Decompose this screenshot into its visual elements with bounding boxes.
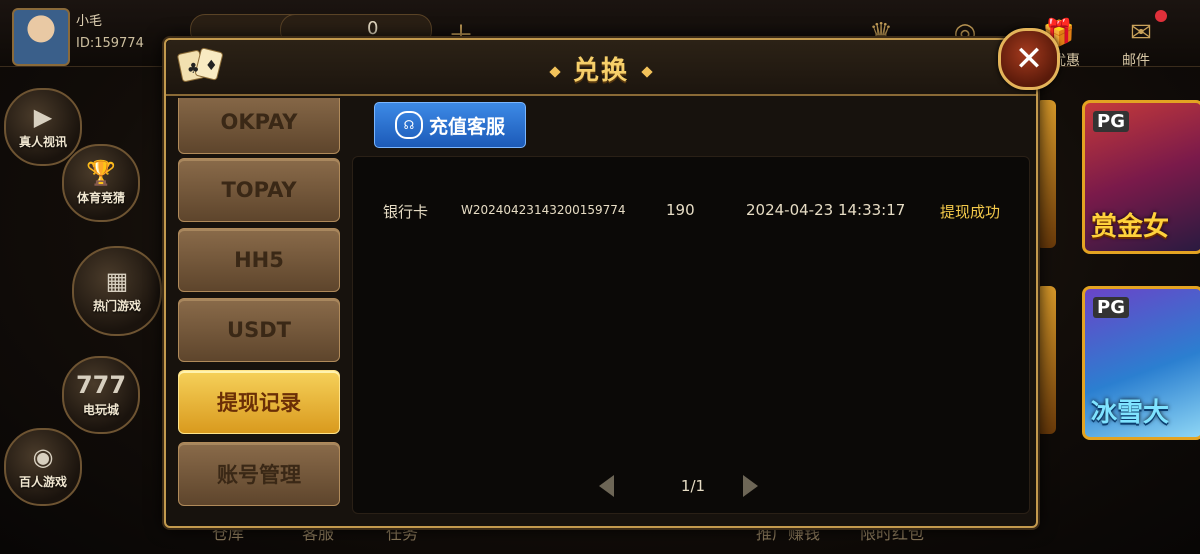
chip-icon: ◉ (32, 442, 54, 471)
modal-title: 兑换 (166, 50, 1036, 87)
777-icon: 777 (75, 370, 127, 399)
game-card-edge (1036, 100, 1056, 248)
diamond-icon (549, 65, 561, 78)
menu-item-okpay[interactable]: OKPAY (178, 98, 340, 154)
record-time: 2024-04-23 14:33:17 (746, 201, 906, 219)
menu-item-account-management[interactable]: 账号管理 (178, 442, 340, 506)
prev-page-icon[interactable] (599, 475, 614, 497)
rail-label: 真人视讯 (18, 134, 67, 149)
game-card[interactable]: PG 赏金女 (1082, 100, 1200, 254)
rail-label: 电玩城 (82, 402, 119, 417)
exchange-modal: ♣ ♦ 兑换 ✕ OKPAY TOPAY HH5 USDT 提现记录 账号管理 … (164, 28, 1060, 528)
headset-icon: ☊ (394, 111, 423, 139)
menu-item-topay[interactable]: TOPAY (178, 158, 340, 222)
close-button[interactable]: ✕ (998, 28, 1060, 90)
service-button-label: 充值客服 (428, 115, 505, 138)
mail-label: 邮件 (1122, 53, 1150, 69)
payment-menu: OKPAY TOPAY HH5 USDT 提现记录 账号管理 (174, 98, 344, 518)
pg-logo: PG (1093, 111, 1129, 132)
trophy-icon: 🏆 (86, 158, 116, 187)
next-page-icon[interactable] (743, 475, 758, 497)
rail-sports[interactable]: 🏆 体育竞猜 (62, 144, 140, 222)
rail-hot-games[interactable]: ▦ 热门游戏 (72, 246, 162, 336)
pg-logo: PG (1093, 297, 1129, 318)
avatar[interactable] (12, 8, 70, 66)
game-card-edge (1036, 286, 1056, 434)
game-name: 冰雪大 (1091, 398, 1170, 428)
notification-dot (1155, 10, 1167, 22)
game-card[interactable]: PG 冰雪大 (1082, 286, 1200, 440)
username: 小毛 (76, 14, 103, 29)
withdraw-record-list: 银行卡 W20240423143200159774 190 2024-04-23… (352, 156, 1030, 514)
rail-multiplayer[interactable]: ◉ 百人游戏 (4, 428, 82, 506)
recharge-service-button[interactable]: ☊ 充值客服 (374, 102, 526, 148)
rail-label: 体育竞猜 (76, 190, 125, 205)
record-type: 银行卡 (383, 203, 429, 221)
user-id: ID:159774 (76, 36, 144, 51)
grid-icon: ▦ (105, 266, 129, 295)
rail-label: 热门游戏 (92, 298, 141, 313)
rail-label: 百人游戏 (18, 474, 67, 489)
record-status: 提现成功 (940, 203, 1001, 221)
record-amount: 190 (666, 201, 695, 219)
diamond-icon (641, 65, 653, 78)
title-text: 兑换 (572, 56, 629, 86)
game-name: 赏金女 (1091, 212, 1170, 242)
coin-amount: 0 (367, 18, 379, 39)
table-row: 银行卡 W20240423143200159774 190 2024-04-23… (353, 201, 1029, 227)
rail-live-video[interactable]: ▶ 真人视讯 (4, 88, 82, 166)
rail-arcade[interactable]: 777 电玩城 (62, 356, 140, 434)
page-indicator: 1/1 (680, 477, 706, 495)
video-icon: ▶ (33, 102, 53, 131)
pagination: 1/1 (353, 473, 1029, 503)
left-rail: ▶ 真人视讯 🏆 体育竞猜 ▦ 热门游戏 777 电玩城 ◉ 百人游戏 (0, 70, 170, 554)
record-order-id: W20240423143200159774 (461, 203, 626, 217)
menu-item-usdt[interactable]: USDT (178, 298, 340, 362)
modal-header: ♣ ♦ 兑换 (166, 40, 1036, 96)
menu-item-withdraw-records[interactable]: 提现记录 (178, 370, 340, 434)
close-icon: ✕ (1014, 39, 1044, 79)
menu-item-hh5[interactable]: HH5 (178, 228, 340, 292)
